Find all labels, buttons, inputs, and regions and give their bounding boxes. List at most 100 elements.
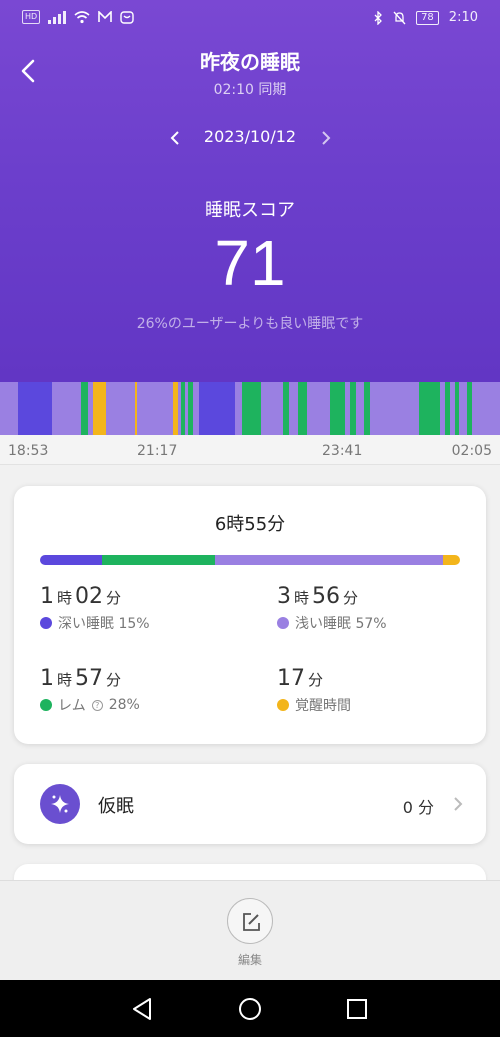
signal-icon	[48, 10, 67, 24]
date-selector: 2023/10/12	[0, 126, 500, 150]
rem-sleep-label: レム	[58, 698, 86, 714]
date-label: 2023/10/12	[203, 127, 297, 146]
timeline-segment-rem	[350, 382, 356, 435]
score-value: 71	[214, 227, 286, 299]
timeline-segment-light	[178, 382, 181, 435]
timeline-segment-light	[185, 382, 188, 435]
timeline-segment-light	[472, 382, 500, 435]
nav-recents-icon[interactable]	[342, 994, 372, 1024]
timeline-segment-rem	[419, 382, 440, 435]
proportion-segment-awake	[443, 555, 460, 565]
mute-icon	[393, 11, 406, 24]
total-sleep-duration: 6時55分	[214, 514, 286, 535]
axis-label-2: 21:17	[137, 443, 178, 459]
light-sleep-label: 浅い睡眠 57%	[295, 616, 387, 632]
rem-hours: 1	[40, 666, 54, 691]
nav-back-icon[interactable]	[128, 994, 158, 1024]
light-minutes-unit: 分	[343, 589, 359, 607]
timeline-segment-light	[193, 382, 199, 435]
sleep-stage-timeline[interactable]	[0, 382, 500, 435]
timeline-segment-light	[307, 382, 330, 435]
status-time: 2:10	[448, 10, 478, 25]
timeline-segment-rem	[81, 382, 88, 435]
timeline-segment-rem	[455, 382, 459, 435]
timeline-segment-light	[450, 382, 455, 435]
rem-sleep-percent: 28%	[108, 697, 140, 713]
rem-sleep-dot	[40, 699, 52, 711]
timeline-segment-rem	[330, 382, 345, 435]
edit-label: 編集	[237, 953, 262, 967]
light-hours-unit: 時	[294, 589, 310, 607]
timeline-segment-rem	[298, 382, 307, 435]
timeline-segment-rem	[181, 382, 185, 435]
awake-minutes: 17	[277, 666, 305, 691]
timeline-segment-rem	[188, 382, 193, 435]
rem-minutes-unit: 分	[106, 671, 122, 689]
hd-badge: HD	[22, 10, 41, 24]
timeline-segment-rem	[445, 382, 450, 435]
bottom-action-bar: 編集	[0, 880, 500, 980]
nav-home-icon[interactable]	[235, 994, 265, 1024]
proportion-segment-rem	[102, 555, 215, 565]
timeline-segment-light	[261, 382, 283, 435]
score-comparison: 26%のユーザーよりも良い睡眠です	[136, 316, 364, 332]
nap-value: 0 分	[402, 798, 434, 817]
page-title: 昨夜の睡眠	[200, 50, 300, 74]
timeline-segment-awake	[93, 382, 106, 435]
sync-time: 02:10 同期	[213, 82, 287, 98]
timeline-segment-light	[356, 382, 364, 435]
deep-sleep-label: 深い睡眠 15%	[58, 616, 150, 632]
stage-proportion-bar	[40, 555, 460, 565]
help-icon[interactable]: ?	[91, 699, 103, 711]
timeline-segment-deep	[18, 382, 52, 435]
nap-row[interactable]: 仮眠 0 分	[14, 764, 486, 844]
timeline-segment-rem	[283, 382, 289, 435]
timeline-segment-light	[345, 382, 350, 435]
awake-dot	[277, 699, 289, 711]
timeline-segment-light	[370, 382, 419, 435]
light-hours: 3	[277, 584, 291, 609]
timeline-segment-rem	[467, 382, 472, 435]
bluetooth-icon	[374, 10, 382, 25]
light-minutes: 56	[312, 584, 341, 609]
axis-label-start: 18:53	[8, 443, 49, 459]
timeline-segment-light	[440, 382, 445, 435]
sparkle-icon	[40, 784, 80, 824]
timeline-segment-light	[0, 382, 18, 435]
wifi-icon	[74, 10, 90, 23]
light-sleep-dot	[277, 617, 289, 629]
timeline-segment-light	[235, 382, 242, 435]
stat-rem-sleep: 1 時 57 分 レム ? 28%	[40, 666, 140, 715]
header: HD 78 2:10 昨夜の睡眠 02:10 同期 2023/10/12 睡眠ス…	[0, 0, 500, 382]
chevron-right-icon	[454, 797, 463, 811]
mail-icon	[98, 11, 112, 22]
timeline-segment-light	[289, 382, 298, 435]
next-date-chevron-icon[interactable]	[316, 128, 336, 148]
stat-deep-sleep: 1 時 02 分 深い睡眠 15%	[40, 584, 150, 633]
proportion-segment-deep	[40, 555, 103, 565]
deep-sleep-dot	[40, 617, 52, 629]
battery-icon: 78	[416, 10, 439, 25]
edit-button[interactable]	[227, 898, 273, 944]
score-label: 睡眠スコア	[205, 200, 295, 221]
edit-icon	[243, 913, 260, 931]
deep-minutes: 02	[75, 584, 104, 609]
proportion-segment-light	[214, 555, 444, 565]
stat-light-sleep: 3 時 56 分 浅い睡眠 57%	[277, 584, 387, 633]
timeline-axis: 18:53 21:17 23:41 02:05	[0, 435, 500, 465]
deep-minutes-unit: 分	[106, 589, 122, 607]
rem-minutes: 57	[75, 666, 104, 691]
timeline-segment-rem	[242, 382, 261, 435]
timeline-segment-awake	[173, 382, 178, 435]
axis-label-end: 02:05	[451, 443, 492, 459]
app-notification-icon	[120, 10, 134, 24]
axis-label-3: 23:41	[322, 443, 363, 459]
timeline-segment-light	[459, 382, 467, 435]
timeline-segment-light	[88, 382, 93, 435]
timeline-segment-awake	[135, 382, 137, 435]
rem-hours-unit: 時	[57, 671, 73, 689]
timeline-segment-deep	[199, 382, 235, 435]
system-navigation-bar	[0, 980, 500, 1037]
timeline-segment-light	[137, 382, 173, 435]
deep-hours-unit: 時	[57, 589, 73, 607]
